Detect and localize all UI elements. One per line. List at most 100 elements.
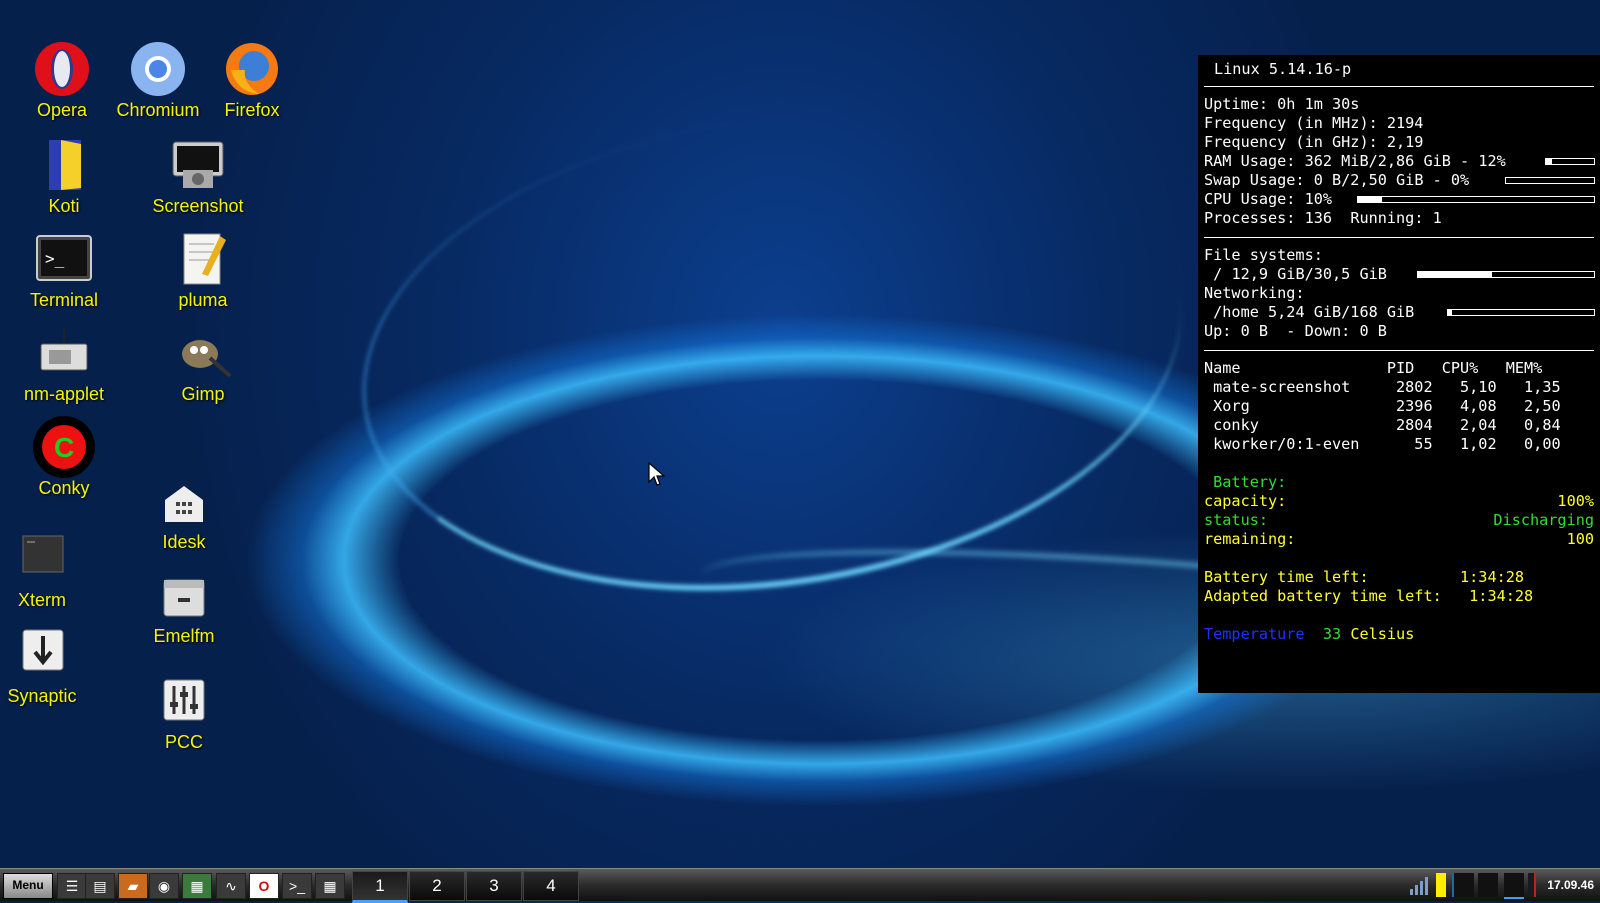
desktop-icon-terminal[interactable]: >_ Terminal [16,230,112,311]
camera-icon [169,136,227,194]
adapted-battery-time-left: Adapted battery time left: 1:34:28 [1204,587,1534,605]
freq-mhz-row: Frequency (in MHz): 2194 [1198,114,1600,133]
desktop-icon-label: Xterm [17,590,66,610]
desktop-icon-label: nm-applet [23,384,105,404]
cpu-bar [1357,196,1595,203]
desktop-icon-chromium[interactable]: Chromium [110,40,206,121]
desktop-icon-label: Emelfm [153,626,215,646]
desktop-icon-opera[interactable]: Opera [14,40,110,121]
process-row: kworker/0:1-even 55 1,02 0,00 [1204,435,1561,453]
home-fs-row: /home 5,24 GiB/168 GiB [1198,303,1600,322]
running-label: Running: [1332,209,1433,227]
desktop-icon-conky[interactable]: C Conky [16,416,112,499]
temperature-value: 33 [1322,625,1342,643]
temperature-label: Temperature [1204,625,1305,643]
system-monitor-icon[interactable]: ∿ [216,873,246,899]
workspace-3[interactable]: 3 [466,871,522,901]
battery-time-left: Battery time left: 1:34:28 [1204,568,1525,586]
workspace-4[interactable]: 4 [523,871,579,901]
temperature-unit: Celsius [1350,625,1415,643]
process-table-header: Name PID CPU% MEM% [1204,359,1543,377]
menu-button[interactable]: Menu [3,873,53,899]
taskbar: Menu ☰ ▤ ▰ ◉ ▦ ∿ O >_ ▦ 1 2 3 4 17.09.46 [0,868,1600,903]
processes-label: Processes: [1204,209,1305,227]
desktop-icon-firefox[interactable]: Firefox [204,40,300,121]
xterm-icon [13,530,71,588]
status-label: status: [1204,511,1269,529]
cpu-label: CPU Usage: [1204,190,1305,208]
signal-icon[interactable] [1408,873,1432,897]
desktop-icon-label: PCC [164,732,203,752]
download-icon [13,626,71,684]
root-fs-value: 12,9 GiB/30,5 GiB [1231,265,1387,283]
battery-tray-icon[interactable] [1436,873,1446,897]
desktop-icon-pluma[interactable]: pluma [155,230,251,311]
freq-ghz-value: 2,19 [1386,133,1424,151]
terminal-icon: >_ [35,230,93,288]
desktop-icon-xterm[interactable]: Xterm [0,530,90,611]
root-fs-bar [1417,271,1595,278]
desktop-icon-nm-applet[interactable]: nm-applet [16,324,112,405]
battery-title: Battery: [1204,473,1287,491]
ram-value: 362 MiB/2,86 GiB - 12% [1304,152,1506,170]
mouse-cursor-icon [648,462,666,486]
desktop-icon-label: Synaptic [7,686,77,706]
svg-text:C: C [54,432,74,463]
desktop-icon-emelfm[interactable]: Emelfm [136,566,232,647]
home-fs-bar-fill [1448,310,1453,315]
desktop-icon-label: Gimp [181,384,225,404]
desktop-icon-synaptic[interactable]: Synaptic [0,626,90,707]
desktop-icon-label: pluma [178,290,228,310]
show-desktop-icon[interactable]: ▤ [85,873,115,899]
swap-label: Swap Usage: [1204,171,1314,189]
uptime-value: 0h 1m 30s [1277,95,1360,113]
chromium-icon [129,40,187,98]
webcam-icon[interactable]: ◉ [149,873,179,899]
grid-icon[interactable]: ▦ [315,873,345,899]
remaining-row: remaining: 100 [1198,530,1600,549]
desktop-icon-label: Opera [36,100,88,120]
ram-label: RAM Usage: [1204,152,1305,170]
desktop-icon-label: Chromium [116,100,200,120]
running-value: 1 [1432,209,1442,227]
status-value: Discharging [1493,511,1594,529]
window-list-icon[interactable]: ☰ [57,873,87,899]
ram-row: RAM Usage: 362 MiB/2,86 GiB - 12% [1198,152,1600,171]
terminal-icon[interactable]: >_ [282,873,312,899]
desktop-icon-label: Firefox [224,100,280,120]
desktop-icon-idesk[interactable]: Idesk [136,472,232,553]
grid-home-icon [155,472,213,530]
opera-icon[interactable]: O [249,873,279,899]
uptime-label: Uptime: [1204,95,1278,113]
workspace-2[interactable]: 2 [409,871,465,901]
workspace-1[interactable]: 1 [352,871,408,903]
network-icon [35,324,93,382]
desktop-icon-koti[interactable]: Koti [16,136,112,217]
capacity-label: capacity: [1204,492,1287,510]
kernel-version: Linux 5.14.16-p [1214,60,1352,78]
remaining-label: remaining: [1204,530,1296,548]
cpu-graph-icon[interactable] [1452,873,1474,897]
freq-mhz-label: Frequency (in MHz): [1204,114,1387,132]
divider [1204,350,1594,351]
freq-ghz-label: Frequency (in GHz): [1204,133,1387,151]
conky-icon: C [33,416,95,478]
root-fs-row: / 12,9 GiB/30,5 GiB [1198,265,1600,284]
desktop-icon-label: Terminal [29,290,99,310]
desktop-icon-screenshot[interactable]: Screenshot [150,136,246,217]
clock[interactable]: 17.09.46 [1547,878,1594,892]
text-editor-icon [174,230,232,288]
temp-graph-icon[interactable] [1528,873,1536,897]
mem-graph-icon[interactable] [1478,873,1498,897]
cpu-value: 10% [1304,190,1333,208]
net-graph-icon[interactable] [1504,873,1524,899]
process-row: conky 2804 2,04 0,84 [1204,416,1561,434]
network-map-icon[interactable]: ▦ [182,873,212,899]
desktop-icon-pcc[interactable]: PCC [136,672,232,753]
desktop-icon-gimp[interactable]: Gimp [155,324,251,405]
desktop-icon-label: Conky [38,478,90,498]
file-manager-icon[interactable]: ▰ [118,873,148,899]
